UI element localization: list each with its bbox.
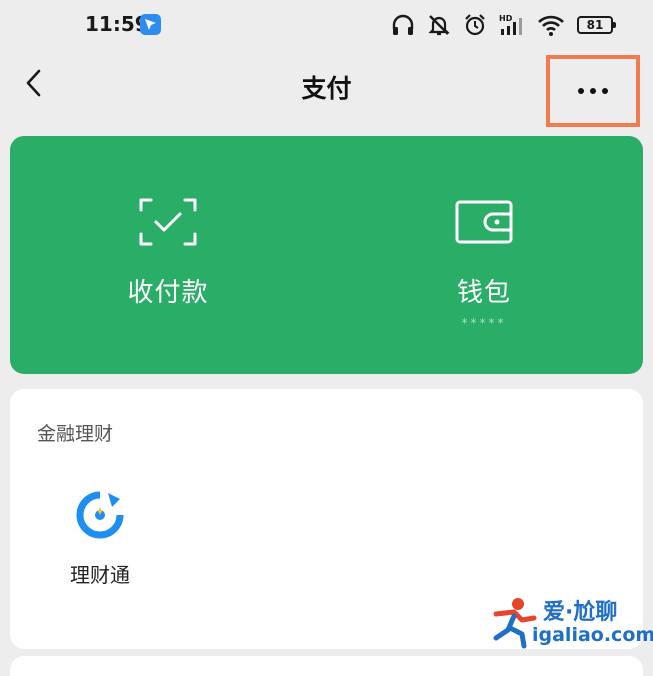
more-button[interactable] — [546, 55, 640, 127]
licaitong-label: 理财通 — [70, 563, 130, 587]
scan-check-icon — [139, 198, 197, 246]
wallet-balance-mask: ***** — [461, 316, 507, 330]
more-dots-icon — [578, 88, 608, 94]
svg-text:HD: HD — [499, 14, 513, 23]
battery-level: 81 — [586, 18, 604, 32]
licaitong-icon — [76, 491, 124, 539]
receive-pay-label: 收付款 — [127, 278, 209, 308]
nav-bar: 支付 — [0, 55, 653, 127]
wallet-label: 钱包 — [456, 278, 511, 308]
licaitong-button[interactable]: 理财通 — [50, 489, 150, 589]
battery-icon: 81 — [577, 16, 616, 34]
mute-bell-icon — [428, 15, 450, 36]
receive-pay-button[interactable]: 收付款 — [10, 136, 326, 374]
section-title: 金融理财 — [37, 423, 114, 445]
status-bar: 11:59 HD 81 — [0, 0, 653, 50]
location-arrow-icon — [140, 14, 161, 35]
watermark: 爱·尬聊 igaliao.com — [488, 592, 653, 654]
alarm-icon — [465, 14, 485, 36]
status-icons: HD 81 — [391, 10, 616, 40]
wifi-icon — [538, 15, 564, 36]
wallet-button[interactable]: 钱包 ***** — [326, 136, 642, 374]
watermark-url: igaliao.com — [532, 624, 653, 646]
watermark-title: 爱·尬聊 — [543, 600, 618, 625]
headphones-icon — [392, 14, 414, 35]
pay-card: 收付款 钱包 ***** — [10, 136, 643, 374]
signal-hd-icon: HD — [499, 14, 522, 35]
next-section-card — [10, 656, 643, 676]
wallet-icon — [455, 200, 513, 244]
